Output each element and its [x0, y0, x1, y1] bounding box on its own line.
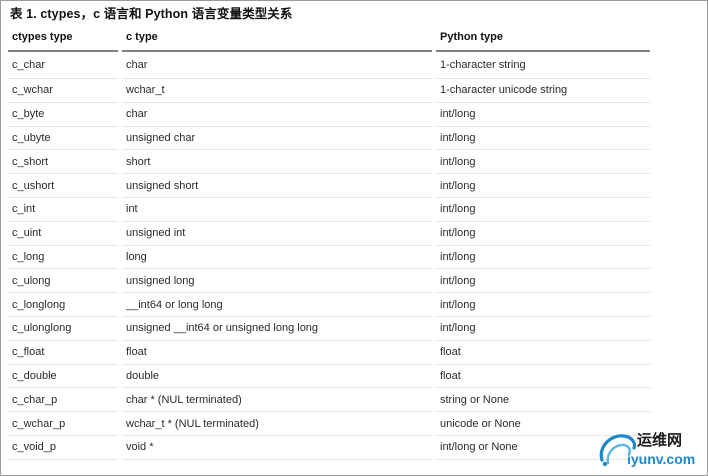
ctypes-type-cell: c_double	[8, 364, 122, 389]
table-row: c_ushort unsigned short int/long	[8, 173, 650, 198]
ctypes-type-cell: c_uint	[8, 221, 122, 246]
ctypes-type-cell: c_float	[8, 340, 122, 365]
table-row: c_ulong unsigned long int/long	[8, 268, 650, 294]
c-type-cell: __int64 or long long	[120, 292, 436, 317]
c-type-cell: char	[120, 51, 436, 79]
python-type-cell: 1-character string	[434, 51, 650, 79]
python-type-cell: int/long	[434, 197, 650, 222]
c-type-cell: unsigned char	[120, 126, 436, 151]
python-type-cell: int/long	[434, 149, 650, 175]
ctypes-type-cell: c_longlong	[8, 292, 122, 317]
python-type-cell: int/long	[434, 245, 650, 270]
table-row: c_wchar_p wchar_t * (NUL terminated) uni…	[8, 411, 650, 436]
table-row: c_long long int/long	[8, 245, 650, 270]
c-type-cell: double	[120, 364, 436, 389]
table-row: c_int int int/long	[8, 197, 650, 222]
c-type-cell: unsigned __int64 or unsigned long long	[120, 316, 436, 341]
ctypes-type-cell: c_ulonglong	[8, 316, 122, 341]
python-type-cell: 1-character unicode string	[434, 78, 650, 103]
table-row: c_float float float	[8, 340, 650, 365]
ctypes-type-cell: c_void_p	[8, 435, 122, 460]
c-type-cell: unsigned long	[120, 268, 436, 294]
ctypes-type-cell: c_int	[8, 197, 122, 222]
ctypes-type-cell: c_wchar	[8, 78, 122, 103]
python-type-cell: string or None	[434, 387, 650, 413]
c-type-cell: wchar_t * (NUL terminated)	[120, 411, 436, 436]
table-row: c_double double float	[8, 364, 650, 389]
python-type-cell: int/long	[434, 126, 650, 151]
python-type-cell: int/long	[434, 316, 650, 341]
ctypes-type-cell: c_long	[8, 245, 122, 270]
python-type-cell: int/long	[434, 173, 650, 198]
table-row: c_char_p char * (NUL terminated) string …	[8, 387, 650, 413]
c-type-cell: unsigned short	[120, 173, 436, 198]
column-header-c-type: c type	[120, 23, 436, 52]
site-watermark: 运维网 iyunv.com	[594, 428, 706, 472]
c-type-cell: long	[120, 245, 436, 270]
watermark-site-name: 运维网	[637, 432, 683, 449]
ctypes-type-cell: c_byte	[8, 102, 122, 127]
ctypes-type-cell: c_ubyte	[8, 126, 122, 151]
table-row: c_short short int/long	[8, 149, 650, 175]
ctypes-type-cell: c_char	[8, 51, 122, 79]
python-type-cell: float	[434, 364, 650, 389]
ctypes-type-cell: c_wchar_p	[8, 411, 122, 436]
table-row: c_void_p void * int/long or None	[8, 435, 650, 460]
ctypes-type-cell: c_ushort	[8, 173, 122, 198]
c-type-cell: char	[120, 102, 436, 127]
column-header-ctypes-type: ctypes type	[8, 23, 122, 52]
table-row: c_wchar wchar_t 1-character unicode stri…	[8, 78, 650, 103]
python-type-cell: int/long	[434, 221, 650, 246]
watermark-url: iyunv.com	[627, 451, 696, 467]
c-type-cell: unsigned int	[120, 221, 436, 246]
table-header-row: ctypes type c type Python type	[8, 23, 650, 52]
python-type-cell: int/long	[434, 102, 650, 127]
c-type-cell: short	[120, 149, 436, 175]
python-type-cell: int/long	[434, 292, 650, 317]
c-type-cell: float	[120, 340, 436, 365]
ctypes-type-cell: c_char_p	[8, 387, 122, 413]
c-type-cell: void *	[120, 435, 436, 460]
table-row: c_byte char int/long	[8, 102, 650, 127]
table-row: c_ubyte unsigned char int/long	[8, 126, 650, 151]
table-row: c_longlong __int64 or long long int/long	[8, 292, 650, 317]
c-type-cell: int	[120, 197, 436, 222]
c-type-cell: char * (NUL terminated)	[120, 387, 436, 413]
ctypes-type-cell: c_short	[8, 149, 122, 175]
table-body: c_char char 1-character string c_wchar w…	[8, 51, 650, 460]
c-type-cell: wchar_t	[120, 78, 436, 103]
table-caption: 表 1. ctypes，c 语言和 Python 语言变量类型关系	[10, 7, 293, 21]
ctypes-type-cell: c_ulong	[8, 268, 122, 294]
table-row: c_ulonglong unsigned __int64 or unsigned…	[8, 316, 650, 341]
table-row: c_uint unsigned int int/long	[8, 221, 650, 246]
python-type-cell: float	[434, 340, 650, 365]
type-mapping-table: ctypes type c type Python type c_char ch…	[8, 23, 650, 460]
column-header-python-type: Python type	[434, 23, 650, 52]
table-row: c_char char 1-character string	[8, 51, 650, 79]
python-type-cell: int/long	[434, 268, 650, 294]
